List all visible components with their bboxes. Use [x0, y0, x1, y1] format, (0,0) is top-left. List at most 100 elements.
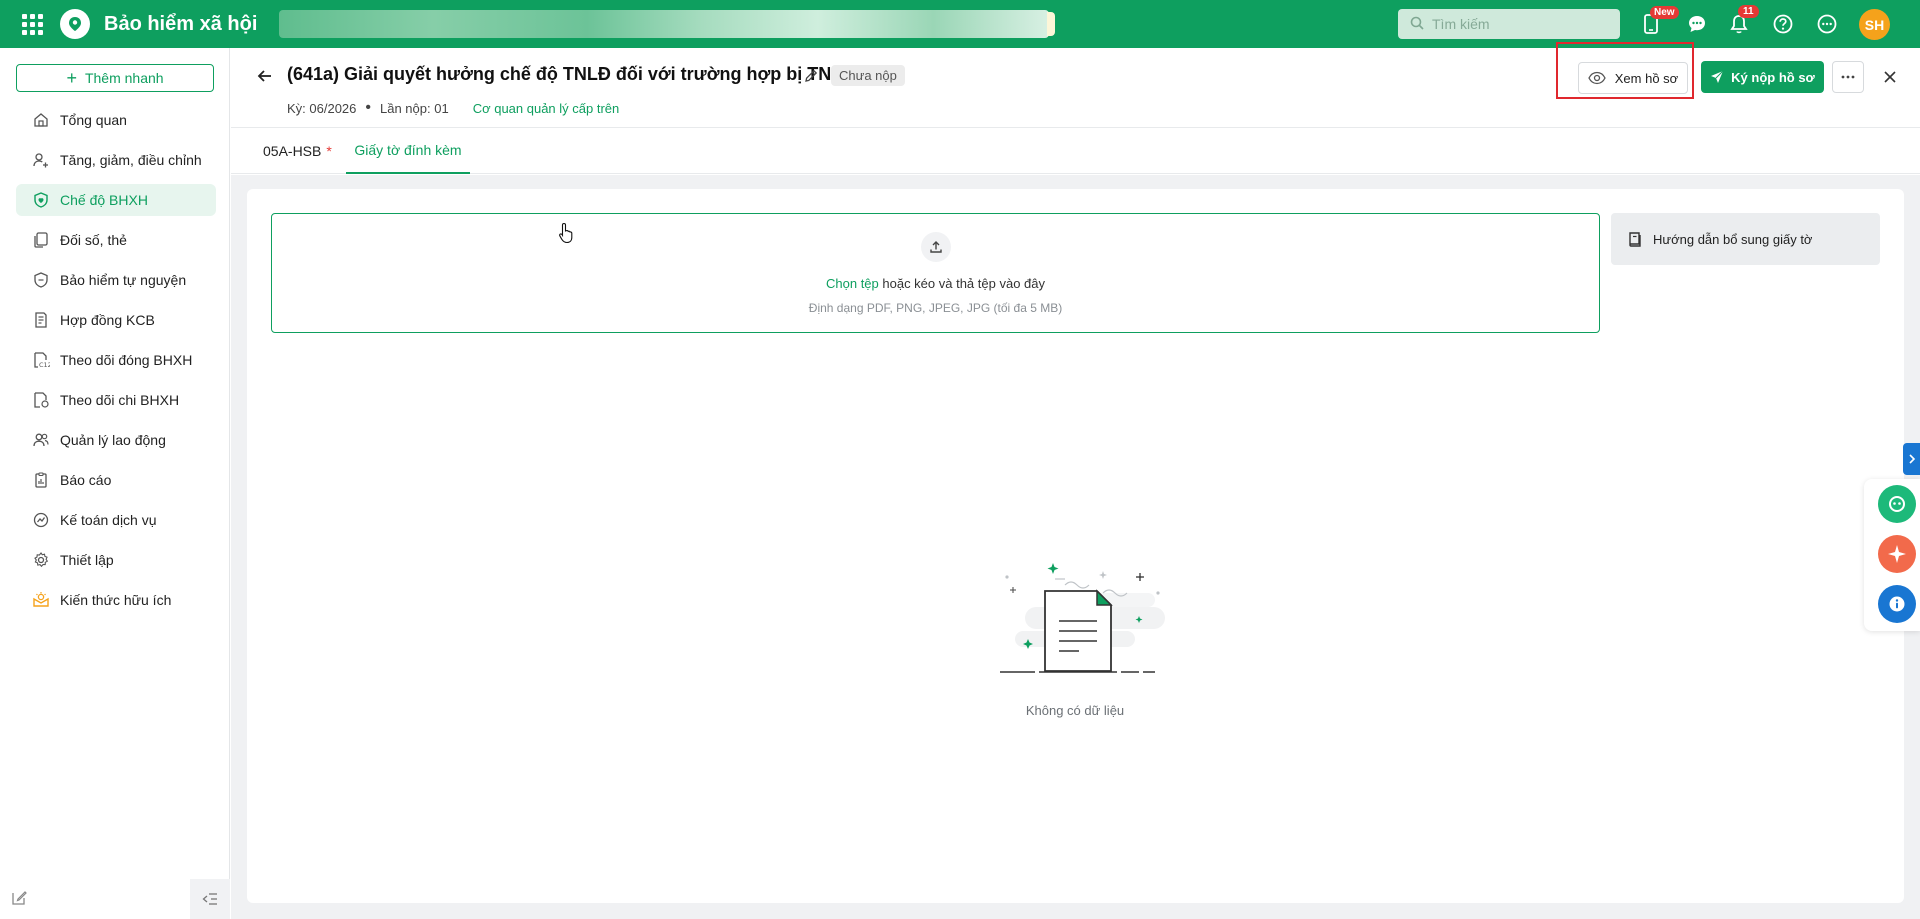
brand-logo[interactable]: [60, 9, 90, 39]
sidebar-item-knowledge[interactable]: Kiến thức hữu ích: [16, 584, 216, 616]
sidebar-item-reports[interactable]: Báo cáo: [16, 464, 216, 496]
report-icon: [32, 471, 50, 489]
notification-badge: 11: [1738, 5, 1759, 18]
file-dropzone[interactable]: Chọn tệp hoặc kéo và thả tệp vào đây Địn…: [271, 213, 1600, 333]
search-input[interactable]: [1432, 16, 1612, 32]
sidebar-item-accounting-service[interactable]: Kế toán dịch vụ: [16, 504, 216, 536]
drag-drop-text: hoặc kéo và thả tệp vào đây: [878, 276, 1045, 291]
quick-add-label: Thêm nhanh: [84, 70, 164, 86]
chevron-right-icon: [1908, 454, 1915, 464]
floating-action-panel: [1864, 479, 1920, 631]
payout-doc-icon: [32, 391, 50, 409]
sidebar-item-label: Đối số, thẻ: [60, 232, 127, 248]
sidebar: + Thêm nhanh Tổng quan Tăng, giảm, điều …: [0, 48, 230, 919]
sidebar-item-kcb-contract[interactable]: Hợp đồng KCB: [16, 304, 216, 336]
sidebar-item-label: Báo cáo: [60, 472, 112, 488]
choose-file-link[interactable]: Chọn tệp: [826, 276, 879, 291]
svg-text:C12: C12: [39, 361, 50, 369]
separator-dot: •: [365, 99, 371, 116]
collapse-sidebar-button[interactable]: [190, 879, 230, 919]
close-icon[interactable]: [1878, 65, 1902, 89]
ai-sparkle-icon[interactable]: [1878, 535, 1916, 573]
sidebar-item-label: Hợp đồng KCB: [60, 312, 155, 328]
expand-panel-button[interactable]: [1903, 443, 1920, 475]
send-icon: [1710, 70, 1724, 84]
page-title: (641a) Giải quyết hưởng chế độ TNLĐ đối …: [287, 64, 847, 84]
chatbot-icon[interactable]: [1878, 485, 1916, 523]
brand-name: Bảo hiểm xã hội: [104, 12, 258, 35]
help-icon[interactable]: [1770, 11, 1796, 37]
tab-label: 05A-HSB: [263, 143, 322, 159]
sidebar-item-label: Kiến thức hữu ích: [60, 592, 172, 608]
more-apps-icon[interactable]: [1814, 11, 1840, 37]
info-icon[interactable]: [1878, 585, 1916, 623]
sidebar-item-label: Bảo hiểm tự nguyện: [60, 272, 187, 288]
ellipsis-icon: [1841, 75, 1855, 79]
book-icon: [1627, 231, 1643, 247]
sidebar-item-label: Tổng quan: [60, 112, 127, 128]
home-icon: [32, 111, 50, 129]
contract-icon: [32, 311, 50, 329]
search-box[interactable]: [1398, 9, 1620, 39]
bell-icon[interactable]: 11: [1726, 5, 1759, 37]
avatar[interactable]: SH: [1859, 9, 1890, 40]
tab-bar: 05A-HSB * Giấy tờ đính kèm: [231, 128, 1920, 174]
collapse-icon: [202, 893, 217, 905]
submit-count-text: Lần nộp: 01: [380, 100, 449, 116]
shield-icon: [32, 271, 50, 289]
sidebar-item-bhxh-regime[interactable]: Chế độ BHXH: [16, 184, 216, 216]
back-arrow-icon[interactable]: [255, 66, 275, 86]
sidebar-item-cards[interactable]: Đối số, thẻ: [16, 224, 216, 256]
cards-icon: [32, 231, 50, 249]
users-icon: [32, 431, 50, 449]
sidebar-item-labor-management[interactable]: Quản lý lao động: [16, 424, 216, 456]
sidebar-item-adjust[interactable]: Tăng, giảm, điều chỉnh: [16, 144, 216, 176]
guide-label: Hướng dẫn bổ sung giấy tờ: [1653, 231, 1813, 247]
agency-link[interactable]: Cơ quan quản lý cấp trên: [473, 101, 620, 116]
status-badge: Chưa nộp: [831, 65, 905, 86]
empty-state-text: Không có dữ liệu: [1025, 703, 1125, 718]
c12-doc-icon: C12: [32, 351, 50, 369]
tab-05a-hsb[interactable]: 05A-HSB *: [263, 128, 339, 174]
file-format-hint: Định dạng PDF, PNG, JPEG, JPG (tối đa 5 …: [808, 301, 1063, 315]
upload-icon: [921, 232, 951, 262]
highlight-box: [1556, 42, 1694, 99]
gear-icon: [32, 551, 50, 569]
mobile-app-icon[interactable]: New: [1638, 6, 1679, 37]
top-bar: Bảo hiểm xã hội New 11 SH: [0, 0, 1920, 48]
sidebar-item-overview[interactable]: Tổng quan: [16, 104, 216, 136]
period-text: Kỳ: 06/2026: [287, 100, 357, 116]
empty-document-illustration: [995, 535, 1175, 680]
tab-attachments[interactable]: Giấy tờ đính kèm: [346, 128, 470, 174]
dossier-meta: Kỳ: 06/2026 • Lần nộp: 01 Cơ quan quản l…: [287, 100, 619, 116]
tab-label: Giấy tờ đính kèm: [354, 142, 462, 158]
edit-note-icon[interactable]: [10, 889, 30, 909]
sidebar-item-track-contribution[interactable]: C12 Theo dõi đóng BHXH: [16, 344, 216, 376]
sidebar-item-voluntary-insurance[interactable]: Bảo hiểm tự nguyện: [16, 264, 216, 296]
sidebar-item-track-payout[interactable]: Theo dõi chi BHXH: [16, 384, 216, 416]
sidebar-nav: Tổng quan Tăng, giảm, điều chỉnh Chế độ …: [16, 104, 216, 624]
knowledge-icon: [32, 591, 50, 609]
pencil-icon[interactable]: [803, 68, 819, 84]
sidebar-item-label: Chế độ BHXH: [60, 192, 148, 208]
app-grid-icon[interactable]: [20, 12, 44, 36]
sidebar-item-label: Kế toán dịch vụ: [60, 512, 157, 528]
shield-heart-icon: [32, 191, 50, 209]
sidebar-item-label: Quản lý lao động: [60, 432, 166, 448]
sign-submit-button[interactable]: Ký nộp hồ sơ: [1701, 61, 1824, 93]
chat-icon[interactable]: [1684, 11, 1710, 37]
plus-icon: +: [66, 68, 77, 88]
dropzone-instruction: Chọn tệp hoặc kéo và thả tệp vào đây: [272, 276, 1599, 291]
sidebar-item-label: Theo dõi chi BHXH: [60, 392, 180, 408]
user-adjust-icon: [32, 151, 50, 169]
search-icon: [1410, 16, 1424, 33]
accounting-icon: [32, 511, 50, 529]
new-badge: New: [1650, 6, 1679, 19]
redacted-banner: [279, 10, 1056, 38]
quick-add-button[interactable]: + Thêm nhanh: [16, 64, 214, 92]
required-mark: *: [326, 143, 332, 159]
more-options-button[interactable]: [1832, 61, 1864, 93]
attachment-guide-button[interactable]: Hướng dẫn bổ sung giấy tờ: [1611, 213, 1880, 265]
sidebar-item-label: Theo dõi đóng BHXH: [60, 352, 193, 368]
sidebar-item-settings[interactable]: Thiết lập: [16, 544, 216, 576]
